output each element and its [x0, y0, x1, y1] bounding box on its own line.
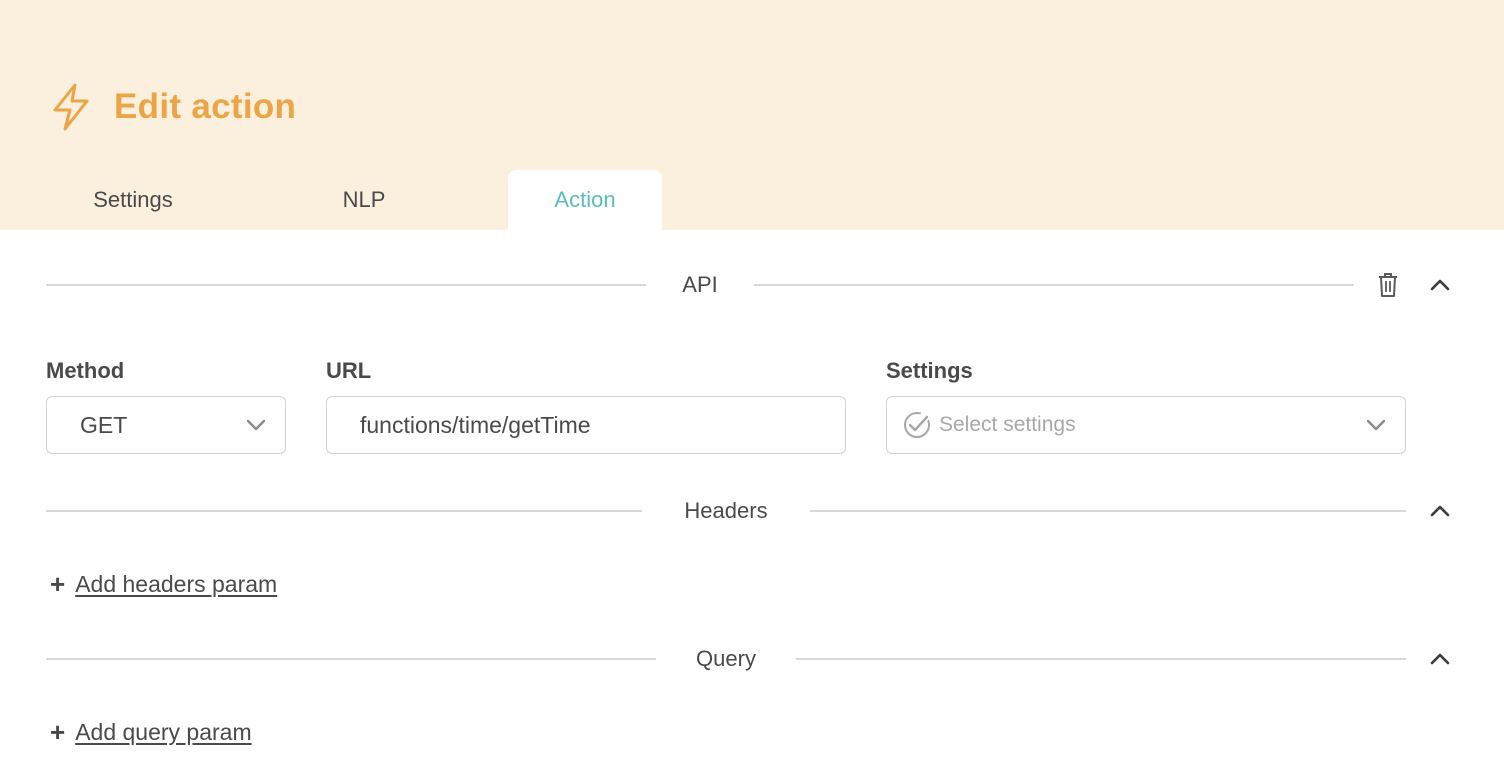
chevron-down-icon: [1366, 419, 1386, 431]
tab-label: Action: [554, 187, 616, 212]
add-query-param-label: Add query param: [75, 718, 252, 745]
url-input[interactable]: functions/time/getTime: [326, 396, 846, 454]
collapse-query-button[interactable]: [1426, 645, 1454, 673]
method-value: GET: [80, 411, 128, 438]
api-section-title: API: [682, 272, 718, 297]
chevron-up-icon: [1430, 279, 1450, 291]
method-label: Method: [46, 358, 125, 383]
check-badge-icon: [904, 412, 930, 438]
tab-label: NLP: [342, 187, 386, 212]
chevron-down-icon: [246, 419, 266, 431]
url-value: functions/time/getTime: [360, 411, 591, 438]
api-section-header: API: [46, 265, 1458, 305]
add-headers-param-label: Add headers param: [75, 570, 278, 597]
settings-placeholder: Select settings: [939, 413, 1076, 436]
tab-settings[interactable]: Settings: [46, 170, 220, 230]
headers-section-header: Headers: [46, 491, 1406, 531]
headers-section-title: Headers: [684, 498, 768, 523]
chevron-up-icon: [1430, 505, 1450, 517]
plus-icon: +: [50, 569, 66, 599]
tab-label: Settings: [93, 187, 173, 212]
chevron-up-icon: [1430, 653, 1450, 665]
lightning-bolt-icon: [53, 83, 89, 131]
settings-label: Settings: [886, 358, 973, 383]
collapse-headers-button[interactable]: [1426, 497, 1454, 525]
divider: [754, 284, 1354, 286]
plus-icon: +: [50, 717, 66, 747]
query-section-title: Query: [696, 646, 756, 671]
method-select[interactable]: GET: [46, 396, 286, 454]
add-query-param-link[interactable]: + Add query param: [50, 717, 252, 747]
page-header: Edit action Settings NLP Action: [0, 0, 1504, 230]
delete-button[interactable]: [1374, 271, 1402, 299]
tab-action[interactable]: Action: [508, 170, 662, 230]
settings-select[interactable]: Select settings: [886, 396, 1406, 454]
divider: [796, 658, 1406, 660]
divider: [46, 510, 642, 512]
divider: [810, 510, 1406, 512]
page-title: Edit action: [114, 87, 297, 126]
collapse-api-button[interactable]: [1426, 271, 1454, 299]
trash-icon: [1379, 273, 1397, 297]
title-row: Edit action: [50, 82, 296, 132]
divider: [46, 658, 656, 660]
add-headers-param-link[interactable]: + Add headers param: [50, 569, 277, 599]
query-section-header: Query: [46, 639, 1406, 679]
divider: [46, 284, 646, 286]
tab-nlp[interactable]: NLP: [280, 170, 448, 230]
url-label: URL: [326, 358, 372, 383]
